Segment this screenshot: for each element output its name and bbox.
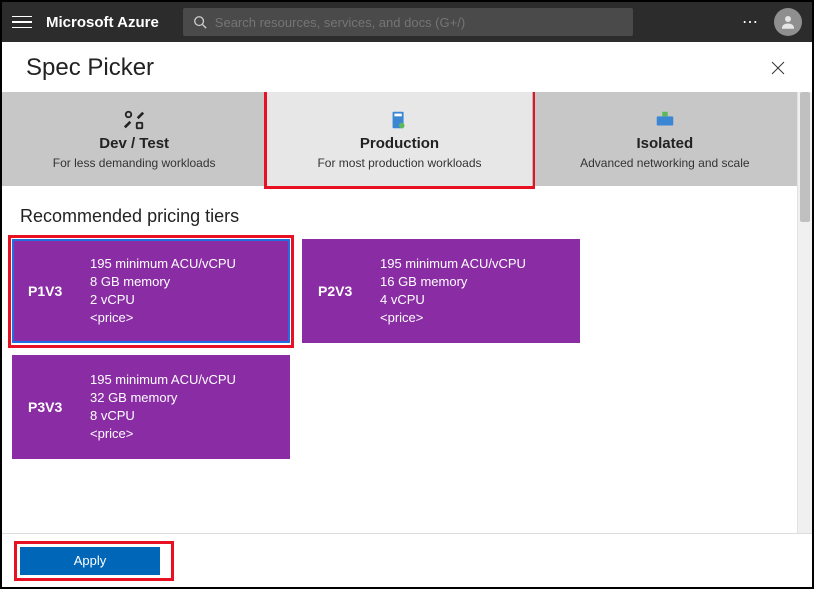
- tier-acu: 195 minimum ACU/vCPU: [90, 255, 236, 273]
- tier-memory: 16 GB memory: [380, 273, 526, 291]
- hamburger-menu-icon[interactable]: [12, 12, 32, 32]
- account-avatar[interactable]: [774, 8, 802, 36]
- tier-name: P2V3: [318, 283, 362, 299]
- tab-subtitle: For most production workloads: [317, 156, 481, 170]
- tab-isolated[interactable]: Isolated Advanced networking and scale: [532, 92, 797, 186]
- tab-title: Dev / Test: [99, 135, 169, 152]
- tab-title: Isolated: [636, 135, 693, 152]
- tools-icon: [123, 109, 145, 131]
- search-icon: [193, 15, 207, 29]
- apply-button[interactable]: Apply: [20, 547, 160, 575]
- search-input[interactable]: [215, 15, 623, 30]
- vertical-scrollbar[interactable]: [797, 92, 812, 533]
- tier-vcpu: 2 vCPU: [90, 291, 236, 309]
- tab-production[interactable]: Production For most production workloads: [266, 92, 531, 186]
- tier-specs: 195 minimum ACU/vCPU 16 GB memory 4 vCPU…: [380, 255, 526, 328]
- tab-dev-test[interactable]: Dev / Test For less demanding workloads: [2, 92, 266, 186]
- tab-subtitle: Advanced networking and scale: [580, 156, 749, 170]
- section-title: Recommended pricing tiers: [20, 206, 797, 227]
- tier-price: <price>: [90, 309, 236, 327]
- azure-topbar: Microsoft Azure ⋯: [2, 2, 812, 42]
- tier-memory: 8 GB memory: [90, 273, 236, 291]
- scrollbar-thumb[interactable]: [800, 92, 810, 222]
- server-icon: [388, 109, 410, 131]
- network-icon: [654, 109, 676, 131]
- page-header: Spec Picker: [2, 42, 812, 92]
- tier-specs: 195 minimum ACU/vCPU 8 GB memory 2 vCPU …: [90, 255, 236, 328]
- tab-title: Production: [360, 135, 439, 152]
- tier-vcpu: 8 vCPU: [90, 407, 236, 425]
- global-search[interactable]: [183, 8, 633, 36]
- more-icon[interactable]: ⋯: [742, 12, 760, 32]
- tier-name: P1V3: [28, 283, 72, 299]
- tier-name: P3V3: [28, 399, 72, 415]
- brand-label: Microsoft Azure: [46, 14, 159, 31]
- tier-price: <price>: [380, 309, 526, 327]
- tier-memory: 32 GB memory: [90, 389, 236, 407]
- footer-bar: Apply: [2, 533, 812, 587]
- page-title: Spec Picker: [26, 54, 154, 82]
- tier-card-p3v3[interactable]: P3V3 195 minimum ACU/vCPU 32 GB memory 8…: [12, 355, 290, 459]
- tab-subtitle: For less demanding workloads: [53, 156, 216, 170]
- tier-card-p2v3[interactable]: P2V3 195 minimum ACU/vCPU 16 GB memory 4…: [302, 239, 580, 343]
- tier-acu: 195 minimum ACU/vCPU: [90, 371, 236, 389]
- tier-vcpu: 4 vCPU: [380, 291, 526, 309]
- tier-specs: 195 minimum ACU/vCPU 32 GB memory 8 vCPU…: [90, 371, 236, 444]
- workload-tabs: Dev / Test For less demanding workloads …: [2, 92, 797, 186]
- tier-card-p1v3[interactable]: P1V3 195 minimum ACU/vCPU 8 GB memory 2 …: [12, 239, 290, 343]
- close-button[interactable]: [768, 58, 788, 78]
- pricing-tier-grid: P1V3 195 minimum ACU/vCPU 8 GB memory 2 …: [2, 239, 797, 459]
- tier-acu: 195 minimum ACU/vCPU: [380, 255, 526, 273]
- tier-price: <price>: [90, 425, 236, 443]
